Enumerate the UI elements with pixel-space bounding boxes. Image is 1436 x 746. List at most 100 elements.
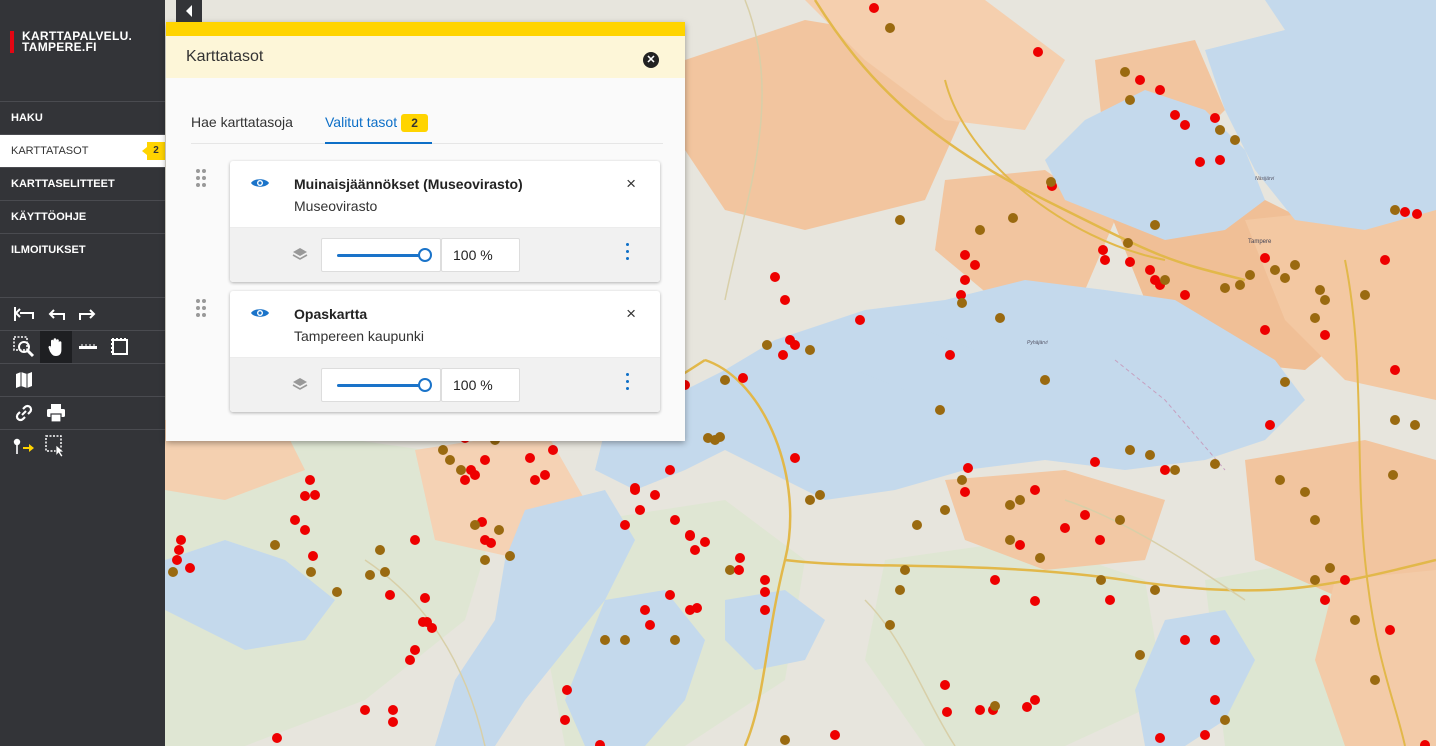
site-marker-red[interactable]: [645, 620, 655, 630]
site-marker-brown[interactable]: [900, 565, 910, 575]
redo-icon[interactable]: [72, 298, 104, 330]
site-marker-red[interactable]: [1022, 702, 1032, 712]
site-marker-red[interactable]: [1125, 257, 1135, 267]
site-marker-brown[interactable]: [1015, 495, 1025, 505]
site-marker-brown[interactable]: [1125, 95, 1135, 105]
print-icon[interactable]: [40, 397, 72, 429]
site-marker-red[interactable]: [410, 535, 420, 545]
site-marker-brown[interactable]: [505, 551, 515, 561]
site-marker-brown[interactable]: [1325, 563, 1335, 573]
site-marker-brown[interactable]: [1220, 283, 1230, 293]
site-marker-brown[interactable]: [935, 405, 945, 415]
site-marker-red[interactable]: [1215, 155, 1225, 165]
site-marker-brown[interactable]: [1300, 487, 1310, 497]
site-marker-red[interactable]: [1015, 540, 1025, 550]
site-marker-brown[interactable]: [470, 520, 480, 530]
site-marker-red[interactable]: [410, 645, 420, 655]
site-marker-brown[interactable]: [1125, 445, 1135, 455]
site-marker-red[interactable]: [1260, 325, 1270, 335]
site-marker-brown[interactable]: [494, 525, 504, 535]
measure-line-icon[interactable]: [72, 331, 104, 363]
site-marker-brown[interactable]: [1135, 650, 1145, 660]
site-marker-red[interactable]: [388, 717, 398, 727]
site-marker-red[interactable]: [308, 551, 318, 561]
select-features-icon[interactable]: [40, 430, 72, 462]
site-marker-brown[interactable]: [1370, 675, 1380, 685]
zoom-box-icon[interactable]: [8, 331, 40, 363]
opacity-field[interactable]: 100 %: [441, 368, 520, 402]
site-marker-brown[interactable]: [715, 432, 725, 442]
site-marker-red[interactable]: [940, 680, 950, 690]
site-marker-brown[interactable]: [805, 495, 815, 505]
nav-item-karttatasot[interactable]: KARTTATASOT 2: [0, 134, 165, 167]
site-marker-red[interactable]: [778, 350, 788, 360]
site-marker-red[interactable]: [738, 373, 748, 383]
site-marker-red[interactable]: [830, 730, 840, 740]
site-marker-brown[interactable]: [1245, 270, 1255, 280]
opacity-field[interactable]: 100 %: [441, 238, 520, 272]
remove-layer-icon[interactable]: ×: [626, 305, 636, 323]
site-marker-brown[interactable]: [1150, 220, 1160, 230]
nav-item-karttaselitteet[interactable]: KARTTASELITTEET: [0, 167, 165, 200]
site-marker-red[interactable]: [990, 575, 1000, 585]
site-marker-red[interactable]: [388, 705, 398, 715]
site-marker-red[interactable]: [665, 465, 675, 475]
site-marker-brown[interactable]: [720, 375, 730, 385]
opacity-slider[interactable]: [321, 238, 441, 272]
site-marker-red[interactable]: [540, 470, 550, 480]
site-marker-red[interactable]: [1265, 420, 1275, 430]
visibility-eye-icon[interactable]: [250, 307, 270, 319]
site-marker-red[interactable]: [466, 465, 476, 475]
link-icon[interactable]: [8, 397, 40, 429]
site-marker-brown[interactable]: [670, 635, 680, 645]
visibility-eye-icon[interactable]: [250, 177, 270, 189]
site-marker-red[interactable]: [1200, 730, 1210, 740]
site-marker-red[interactable]: [1380, 255, 1390, 265]
slider-handle[interactable]: [418, 248, 432, 262]
site-marker-brown[interactable]: [1235, 280, 1245, 290]
site-marker-red[interactable]: [360, 705, 370, 715]
site-marker-red[interactable]: [1210, 635, 1220, 645]
site-marker-red[interactable]: [1090, 457, 1100, 467]
site-marker-red[interactable]: [420, 593, 430, 603]
site-marker-red[interactable]: [960, 250, 970, 260]
site-marker-brown[interactable]: [480, 555, 490, 565]
site-marker-red[interactable]: [185, 563, 195, 573]
site-marker-red[interactable]: [760, 587, 770, 597]
site-marker-red[interactable]: [405, 655, 415, 665]
more-options-icon[interactable]: [626, 243, 630, 264]
site-marker-red[interactable]: [1180, 635, 1190, 645]
opacity-slider[interactable]: [321, 368, 441, 402]
close-icon[interactable]: ✕: [643, 52, 659, 68]
site-marker-red[interactable]: [635, 505, 645, 515]
site-marker-red[interactable]: [172, 555, 182, 565]
site-marker-brown[interactable]: [375, 545, 385, 555]
site-marker-brown[interactable]: [1230, 135, 1240, 145]
site-marker-brown[interactable]: [762, 340, 772, 350]
site-marker-red[interactable]: [640, 605, 650, 615]
site-marker-red[interactable]: [650, 490, 660, 500]
site-marker-red[interactable]: [1030, 485, 1040, 495]
site-marker-brown[interactable]: [975, 225, 985, 235]
site-marker-brown[interactable]: [1005, 535, 1015, 545]
site-marker-red[interactable]: [869, 3, 879, 13]
site-marker-red[interactable]: [1180, 290, 1190, 300]
site-marker-red[interactable]: [1210, 113, 1220, 123]
tab-selected-layers[interactable]: Valitut tasot 2: [325, 100, 432, 144]
more-options-icon[interactable]: [626, 373, 630, 394]
site-marker-red[interactable]: [790, 453, 800, 463]
undo-icon[interactable]: [40, 298, 72, 330]
app-logo[interactable]: KARTTAPALVELU. TAMPERE.FI: [10, 30, 132, 53]
site-marker-brown[interactable]: [1280, 377, 1290, 387]
remove-layer-icon[interactable]: ×: [626, 175, 636, 193]
nav-item-kayttoohje[interactable]: KÄYTTÖOHJE: [0, 200, 165, 233]
site-marker-red[interactable]: [525, 453, 535, 463]
site-marker-red[interactable]: [174, 545, 184, 555]
site-marker-brown[interactable]: [1310, 515, 1320, 525]
site-marker-red[interactable]: [1340, 575, 1350, 585]
site-marker-brown[interactable]: [1280, 273, 1290, 283]
map-legend-icon[interactable]: [8, 364, 40, 396]
site-marker-red[interactable]: [960, 275, 970, 285]
site-marker-red[interactable]: [1195, 157, 1205, 167]
site-marker-brown[interactable]: [1315, 285, 1325, 295]
